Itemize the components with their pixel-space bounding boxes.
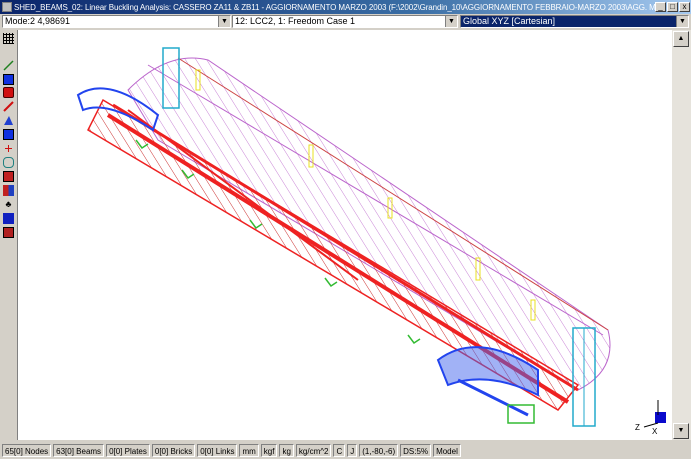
chevron-down-icon[interactable]: ▼ [676,16,688,27]
load-case-value: 12: LCC2, 1: Freedom Case 1 [235,16,356,26]
model-viewport[interactable]: Z X [18,30,672,440]
minimize-button[interactable]: _ [655,2,666,12]
unit-temperature[interactable]: C [333,443,346,457]
status-beams: 63[0] Beams [53,443,105,457]
display-scale: DS:5% [400,443,432,457]
status-plates: 0[0] Plates [106,443,150,457]
link-tool-icon[interactable] [3,143,14,154]
load-case-select[interactable]: 12: LCC2, 1: Freedom Case 1 ▼ [232,15,458,28]
unit-length[interactable]: mm [239,443,259,457]
close-button[interactable]: x [679,2,690,12]
cursor-coords: (1,-80,-6) [359,443,399,457]
view-mode: Model [433,443,461,457]
maximize-button[interactable]: □ [667,2,678,12]
vertical-scrollbar[interactable]: ▲ ▼ [672,30,691,440]
plate-tool-icon[interactable] [3,115,14,126]
chevron-down-icon[interactable]: ▼ [445,16,457,27]
roof-arch [127,57,611,391]
mode-select-value: Mode:2 4,98691 [5,16,71,26]
axis-z-label: Z [635,423,640,432]
square-tool-icon[interactable] [3,213,14,224]
status-links: 0[0] Links [197,443,238,457]
group-tool-icon[interactable] [3,171,14,182]
scroll-up-button[interactable]: ▲ [673,31,689,47]
support-icon [407,334,421,345]
scroll-down-button[interactable]: ▼ [673,423,689,439]
left-toolbar: ♣ [0,30,18,440]
structure-model-drawing[interactable]: Z X [18,30,672,440]
beam-tool-icon[interactable] [3,101,14,112]
coord-system-value: Global XYZ [Cartesian] [463,16,556,26]
top-toolbar: Mode:2 4,98691 ▼ 12: LCC2, 1: Freedom Ca… [0,14,691,30]
line-tool-icon[interactable] [3,60,14,71]
status-nodes: 65[0] Nodes [2,443,52,457]
restraint-tool-icon[interactable] [3,185,14,196]
box-tool-icon[interactable] [3,227,14,238]
node-tool-icon[interactable] [3,74,14,85]
axis-cube-icon [655,412,666,423]
title-bar: SHED_BEAMS_02: Linear Buckling Analysis:… [0,0,691,14]
app-icon[interactable] [2,2,12,12]
axis-x-label: X [652,427,658,436]
unit-force[interactable]: kgf [260,443,278,457]
brick-tool-icon[interactable] [3,87,14,98]
cylinder-tool-icon[interactable] [3,157,14,168]
chevron-down-icon[interactable]: ▼ [218,16,230,27]
window-title: SHED_BEAMS_02: Linear Buckling Analysis:… [14,2,655,12]
status-bar: 65[0] Nodes 63[0] Beams 0[0] Plates 0[0]… [0,441,691,459]
tree-tool-icon[interactable]: ♣ [3,199,14,210]
status-bricks: 0[0] Bricks [151,443,196,457]
select-tool-icon[interactable] [3,129,14,140]
support-icon [324,277,338,288]
unit-mass[interactable]: kg [279,443,294,457]
mode-select[interactable]: Mode:2 4,98691 ▼ [2,15,231,28]
grid-icon[interactable] [3,33,14,44]
main-beam-chord [112,103,579,392]
unit-energy[interactable]: J [347,443,358,457]
coord-system-select[interactable]: Global XYZ [Cartesian] ▼ [460,15,689,28]
unit-stress[interactable]: kg/cm^2 [295,443,332,457]
